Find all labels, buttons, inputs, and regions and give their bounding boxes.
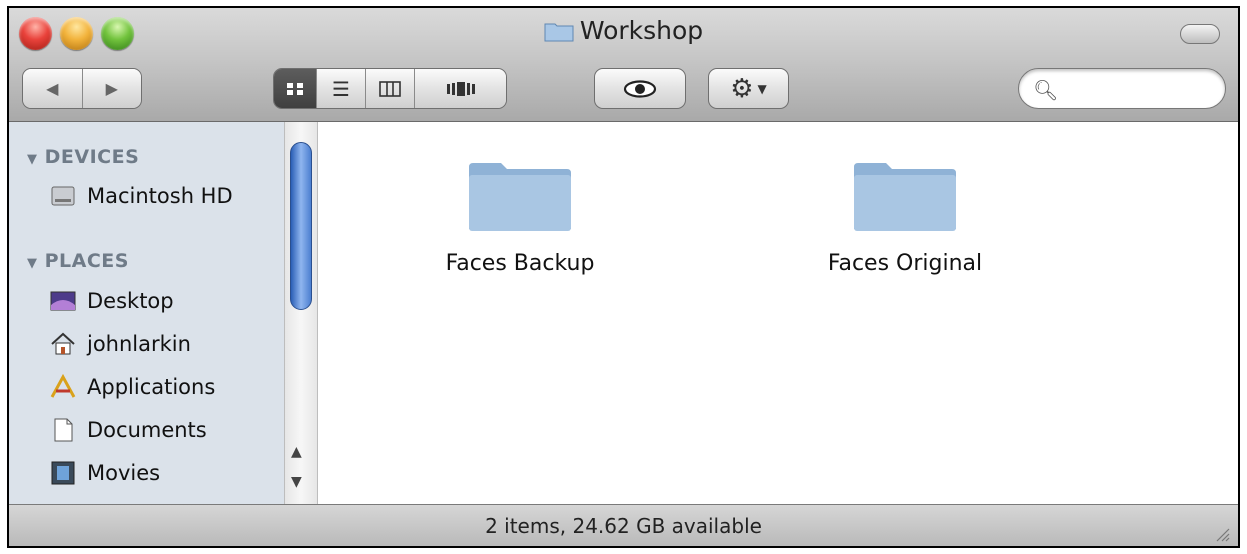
sidebar-item-applications[interactable]: Applications <box>49 373 215 401</box>
home-icon <box>51 332 75 355</box>
toolbar-toggle-button[interactable] <box>1180 24 1220 44</box>
sidebar: ▼ DEVICES Macintosh HD ▼ PLACES Desktop <box>9 122 284 504</box>
status-bar: 2 items, 24.62 GB available <box>9 504 1238 546</box>
quick-look-button[interactable] <box>594 68 686 109</box>
disclosure-triangle-icon[interactable]: ▼ <box>27 256 38 271</box>
chevron-down-icon: ▼ <box>757 81 767 96</box>
hard-drive-icon <box>51 186 75 206</box>
left-triangle-icon: ◀ <box>46 79 59 98</box>
desktop-icon <box>50 291 76 311</box>
resize-grip-icon[interactable] <box>1214 526 1230 542</box>
search-field[interactable]: 🔍︎ <box>1018 68 1226 109</box>
folder-name: Faces Backup <box>445 251 595 276</box>
sidebar-heading-places: ▼ PLACES <box>27 250 129 272</box>
forward-button[interactable]: ▶ <box>82 69 141 108</box>
gear-icon: ⚙ <box>730 73 754 104</box>
back-forward-control: ◀ ▶ <box>22 68 142 109</box>
folder-icon <box>854 163 956 231</box>
applications-icon <box>50 373 76 398</box>
sidebar-item-desktop[interactable]: Desktop <box>49 287 174 315</box>
folder-item[interactable]: Faces Backup <box>390 159 650 276</box>
sidebar-item-documents[interactable]: Documents <box>49 416 207 444</box>
cover-flow-view-button[interactable] <box>415 69 506 108</box>
folder-icon <box>469 163 571 231</box>
folder-name: Faces Original <box>827 251 983 276</box>
file-browser-content: Faces Backup Faces Original <box>318 122 1238 504</box>
disclosure-triangle-icon[interactable]: ▼ <box>27 152 38 167</box>
scroll-down-arrow-icon[interactable]: ▼ <box>291 474 302 490</box>
eye-icon <box>623 79 657 98</box>
movies-icon <box>51 461 75 485</box>
folder-item[interactable]: Faces Original <box>775 159 1035 276</box>
view-mode-control: ☰ <box>273 68 507 109</box>
sidebar-scrollbar[interactable]: ▲ ▼ <box>284 122 318 504</box>
list-view-button[interactable]: ☰ <box>317 69 366 108</box>
title-bar: Workshop ◀ ▶ ☰ ⚙ ▼ 🔍︎ <box>9 8 1238 122</box>
cover-flow-view-icon <box>446 81 475 96</box>
sidebar-item-macintosh-hd[interactable]: Macintosh HD <box>49 182 233 210</box>
column-view-icon <box>379 80 401 97</box>
folder-icon <box>544 23 574 42</box>
window-title: Workshop <box>9 16 1238 45</box>
scroll-thumb[interactable] <box>290 142 312 310</box>
sidebar-item-movies[interactable]: Movies <box>49 459 160 487</box>
status-text: 2 items, 24.62 GB available <box>485 514 762 538</box>
action-menu-button[interactable]: ⚙ ▼ <box>708 68 789 109</box>
search-icon: 🔍︎ <box>1033 78 1059 102</box>
sidebar-heading-devices: ▼ DEVICES <box>27 146 140 168</box>
window-title-text: Workshop <box>579 16 704 45</box>
list-view-icon: ☰ <box>332 76 350 101</box>
back-button[interactable]: ◀ <box>23 69 83 108</box>
icon-view-button[interactable] <box>274 69 317 108</box>
sidebar-item-johnlarkin[interactable]: johnlarkin <box>49 330 191 358</box>
finder-window: Workshop ◀ ▶ ☰ ⚙ ▼ 🔍︎ ▼ DEVICES Macintos… <box>7 6 1240 548</box>
column-view-button[interactable] <box>366 69 415 108</box>
right-triangle-icon: ▶ <box>105 79 118 98</box>
documents-icon <box>54 418 73 442</box>
icon-view-icon <box>287 82 303 95</box>
scroll-up-arrow-icon[interactable]: ▲ <box>291 444 302 460</box>
search-input[interactable] <box>1061 77 1215 101</box>
